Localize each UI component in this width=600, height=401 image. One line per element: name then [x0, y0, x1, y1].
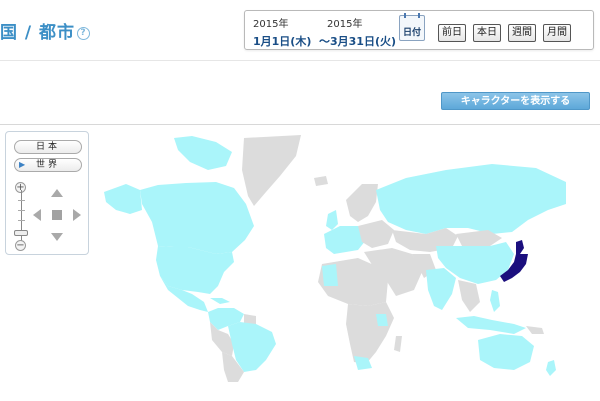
map-southeast-asia[interactable] [458, 280, 480, 312]
map-eastern-europe[interactable] [358, 220, 394, 248]
start-year: 2015年 [253, 19, 289, 30]
date-range-panel: 2015年 1月1日(木) 2015年 ～3月31日(火) 日付 前日 本日 週… [244, 10, 594, 50]
region-world-label: 世界 [35, 160, 60, 170]
map-new-zealand[interactable] [546, 360, 556, 376]
map-philippines[interactable] [490, 290, 500, 312]
calendar-icon [404, 13, 420, 18]
page-title-text: 国 / 都市 [0, 23, 76, 43]
map-guianas[interactable] [244, 314, 256, 324]
end-date[interactable]: 2015年 ～3月31日(火) [319, 15, 396, 49]
map-indonesia[interactable] [456, 316, 526, 334]
map-scandinavia[interactable] [346, 184, 378, 222]
page-title: 国 / 都市? [0, 18, 91, 43]
prev-day-button[interactable]: 前日 [438, 24, 466, 42]
start-date[interactable]: 2015年 1月1日(木) [253, 15, 311, 49]
map-alaska[interactable] [104, 184, 142, 214]
pan-reset-icon[interactable] [52, 210, 62, 220]
map-iceland[interactable] [314, 176, 328, 186]
map-canada[interactable] [140, 182, 254, 254]
map-uk[interactable] [326, 210, 338, 230]
week-button[interactable]: 週間 [508, 24, 536, 42]
zoom-slider-handle[interactable] [14, 230, 28, 236]
selected-arrow-icon: ▶ [19, 160, 26, 169]
region-world-button[interactable]: ▶ 世界 [14, 158, 82, 172]
map-caribbean[interactable] [210, 298, 230, 304]
map-greenland[interactable] [242, 135, 301, 206]
map-png[interactable] [526, 326, 544, 334]
map-control-panel: 日本 ▶ 世界 + − [5, 131, 89, 255]
zoom-out-button[interactable]: − [15, 240, 26, 251]
show-character-button[interactable]: キャラクターを表示する [441, 92, 590, 110]
pan-left-icon[interactable] [33, 209, 41, 221]
pan-down-icon[interactable] [51, 233, 63, 241]
pan-up-icon[interactable] [51, 189, 63, 197]
map-algeria[interactable] [322, 264, 338, 286]
map-russia[interactable] [376, 164, 566, 234]
zoom-tick [18, 200, 25, 201]
zoom-tick [18, 220, 25, 221]
end-day: ～3月31日(火) [319, 35, 397, 48]
map-kenya[interactable] [376, 314, 388, 326]
region-japan-button[interactable]: 日本 [14, 140, 82, 154]
map-india[interactable] [426, 268, 456, 310]
calendar-button[interactable]: 日付 [399, 13, 425, 41]
today-button[interactable]: 本日 [473, 24, 501, 42]
month-button[interactable]: 月間 [543, 24, 571, 42]
map-divider [0, 124, 600, 125]
header-divider [0, 60, 600, 61]
world-map[interactable] [96, 130, 566, 382]
calendar-label: 日付 [402, 28, 421, 38]
pan-right-icon[interactable] [73, 209, 81, 221]
question-circle-icon[interactable]: ? [77, 26, 91, 40]
end-year: 2015年 [327, 19, 363, 30]
zoom-tick [18, 210, 25, 211]
map-arctic-islands[interactable] [174, 136, 232, 170]
map-australia[interactable] [478, 334, 534, 370]
map-central-africa[interactable] [346, 302, 394, 364]
start-day: 1月1日(木) [253, 35, 312, 48]
map-madagascar[interactable] [394, 336, 402, 352]
